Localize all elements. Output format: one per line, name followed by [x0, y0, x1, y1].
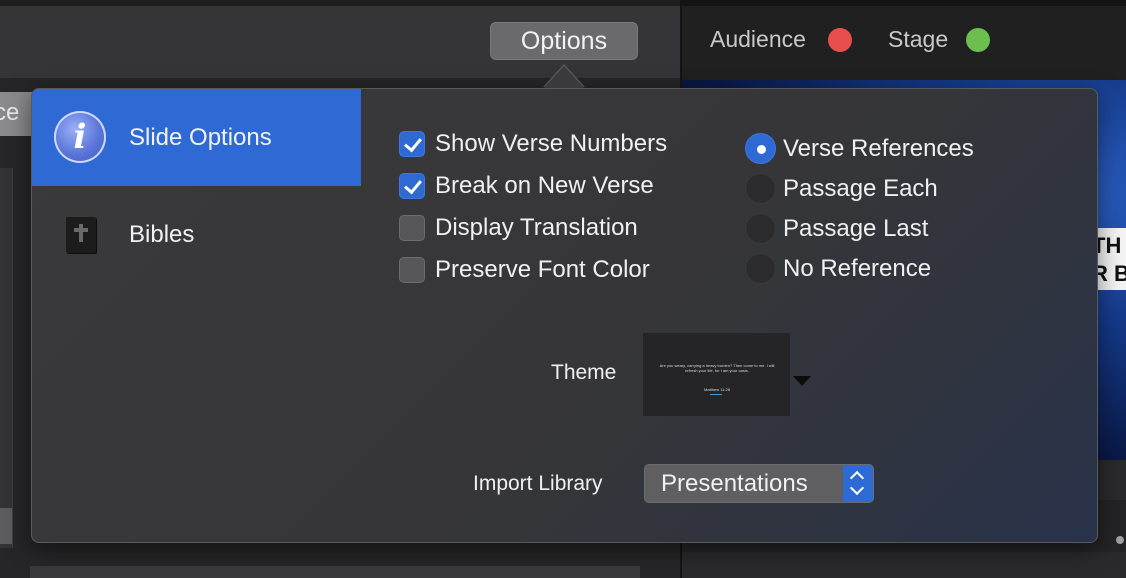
verse-references-radio[interactable]	[745, 133, 776, 164]
audience-status-dot	[828, 28, 852, 52]
radio-label: Passage Each	[783, 175, 938, 202]
theme-thumbnail-text: Are you weary, carrying a heavy burden? …	[659, 363, 775, 373]
screens-header: Audience Stage	[682, 0, 1126, 80]
show-verse-numbers-checkbox[interactable]	[399, 131, 425, 157]
import-library-value: Presentations	[661, 470, 808, 497]
import-library-select[interactable]: Presentations	[644, 464, 874, 503]
radio-label: No Reference	[783, 255, 932, 282]
sidebar-item-label: Bibles	[129, 221, 195, 248]
popover-sidebar: i Slide Options Bibles	[32, 89, 361, 542]
bible-icon	[66, 217, 96, 253]
stage-status-dot	[966, 28, 990, 52]
theme-thumbnail[interactable]: Are you weary, carrying a heavy burden? …	[643, 333, 790, 416]
import-library-label: Import Library	[473, 472, 603, 495]
theme-dropdown-arrow-icon[interactable]	[793, 376, 811, 386]
preserve-font-color-checkbox[interactable]	[399, 257, 425, 283]
sidebar-item-slide-options[interactable]: i Slide Options	[32, 89, 361, 186]
page-indicator-dot[interactable]	[1116, 536, 1124, 544]
options-button[interactable]: Options	[490, 22, 638, 60]
display-translation-checkbox[interactable]	[399, 215, 425, 241]
popover-arrow	[544, 66, 584, 88]
library-list	[0, 168, 13, 548]
sidebar-item-label: Slide Options	[129, 124, 272, 151]
slide-options-popover: i Slide Options Bibles Show Verse Number…	[31, 88, 1098, 543]
checkbox-label: Break on New Verse	[435, 172, 654, 199]
select-stepper-icon	[843, 465, 873, 502]
panel-tab[interactable]: ce	[0, 92, 32, 136]
checkbox-label: Preserve Font Color	[435, 256, 650, 283]
radio-label: Verse References	[783, 135, 974, 162]
stage-label[interactable]: Stage	[888, 26, 948, 53]
radio-label: Passage Last	[783, 215, 929, 242]
audience-label[interactable]: Audience	[710, 26, 806, 53]
sidebar-item-bibles[interactable]: Bibles	[32, 187, 361, 284]
info-icon: i	[54, 111, 106, 163]
theme-label: Theme	[551, 361, 617, 384]
theme-thumbnail-accent	[710, 394, 722, 395]
break-on-new-verse-checkbox[interactable]	[399, 173, 425, 199]
passage-each-radio[interactable]	[745, 173, 776, 204]
passage-last-radio[interactable]	[745, 213, 776, 244]
checkbox-label: Display Translation	[435, 214, 638, 241]
theme-thumbnail-reference: Matthew 11:28	[704, 387, 730, 392]
library-button[interactable]	[0, 508, 12, 544]
checkbox-label: Show Verse Numbers	[435, 130, 668, 157]
no-reference-radio[interactable]	[745, 253, 776, 284]
bottom-toolbar	[30, 566, 640, 578]
